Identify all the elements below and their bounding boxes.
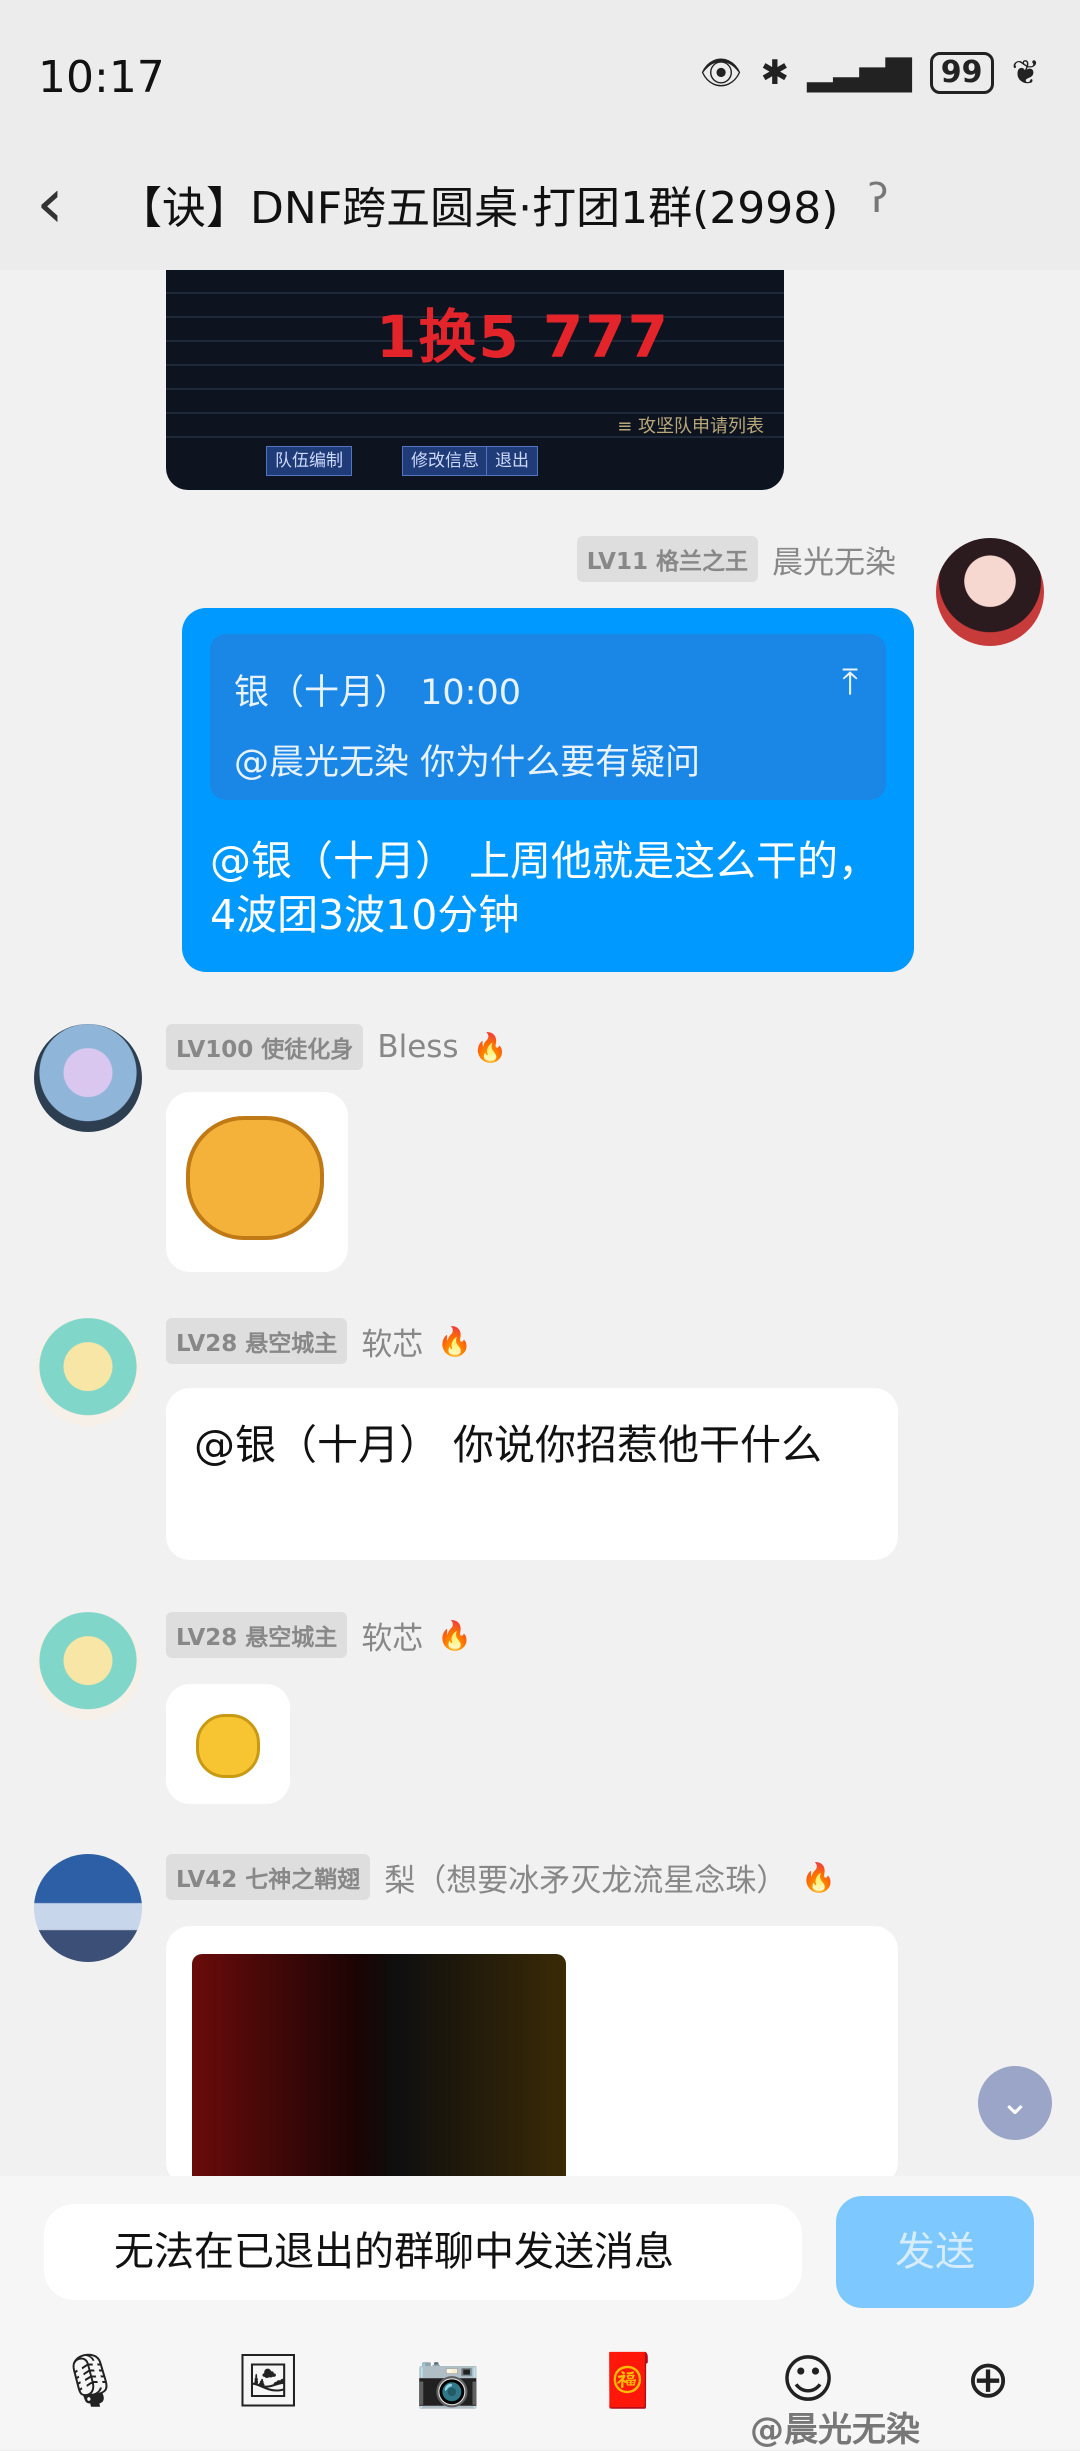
avatar[interactable]: [34, 1318, 142, 1426]
sender-name[interactable]: Bless: [377, 1029, 458, 1065]
level-badge: LV11 格兰之王: [576, 536, 758, 582]
image-btn-exit: 退出: [486, 446, 538, 476]
ear-icon[interactable]: ʔ: [868, 176, 888, 222]
emoji-icon[interactable]: ☺: [768, 2350, 848, 2410]
fire-icon: 🔥: [437, 1618, 473, 1652]
leaf-icon: ❦: [1011, 53, 1041, 93]
sender-row: LV28 悬空城主 软芯 🔥: [166, 1318, 472, 1364]
sender-name[interactable]: 梨（想要冰矛灭龙流星念珠）: [384, 1855, 787, 1900]
eye-icon: 👁: [699, 53, 743, 93]
sender-row: LV28 悬空城主 软芯 🔥: [166, 1612, 472, 1658]
image-btn-edit: 修改信息: [402, 446, 488, 476]
status-time: 10:17: [38, 52, 165, 103]
plus-icon[interactable]: ⊕: [948, 2350, 1028, 2410]
sticker-message[interactable]: [166, 1092, 348, 1272]
avatar[interactable]: [34, 1612, 142, 1720]
image-btn-team: 队伍编制: [266, 446, 352, 476]
scroll-down-button[interactable]: ⌄: [978, 2066, 1052, 2140]
avatar[interactable]: [34, 1024, 142, 1132]
chat-title[interactable]: 【诀】DNF跨五圆桌·打团1群(2998): [118, 172, 838, 236]
sender-row: LV11 格兰之王 晨光无染: [576, 536, 896, 582]
fire-icon: 🔥: [801, 1860, 837, 1894]
battery-icon: 99: [929, 52, 994, 94]
image-message[interactable]: [166, 1926, 898, 2186]
red-packet-icon[interactable]: 🧧: [588, 2350, 668, 2411]
smiley-sticker-icon: [186, 1116, 324, 1240]
level-badge: LV28 悬空城主: [166, 1318, 348, 1364]
emoji-message[interactable]: [166, 1684, 290, 1804]
message-bubble[interactable]: 银（十月） 10:00 @晨光无染 你为什么要有疑问 ⤒ @银（十月） 上周他就…: [182, 608, 914, 972]
quote-header: 银（十月） 10:00: [234, 673, 521, 713]
quote-body: @晨光无染 你为什么要有疑问: [234, 743, 701, 783]
smirk-emoji-icon: [196, 1714, 260, 1778]
sender-name[interactable]: 软芯: [361, 1613, 423, 1658]
microphone-icon[interactable]: 🎙: [50, 2350, 130, 2411]
fire-icon: 🔥: [437, 1324, 473, 1358]
level-badge: LV100 使徒化身: [166, 1024, 364, 1070]
signal-icon: ▂▃▅▇: [807, 53, 912, 93]
image-icon[interactable]: 🖼: [228, 2350, 308, 2411]
send-button[interactable]: 发送: [836, 2196, 1034, 2308]
image-note: ≡ 攻坚队申请列表: [617, 416, 764, 437]
message-bubble[interactable]: @银（十月） 你说你招惹他干什么: [166, 1388, 898, 1560]
watermark: @晨光无染: [750, 2410, 920, 2450]
jump-top-icon[interactable]: ⤒: [842, 662, 858, 704]
camera-icon[interactable]: 📷: [408, 2350, 488, 2411]
image-message[interactable]: 1换5 777 ≡ 攻坚队申请列表 队伍编制 修改信息 退出: [166, 270, 784, 490]
sender-name[interactable]: 晨光无染: [772, 537, 896, 582]
sender-row: LV100 使徒化身 Bless 🔥: [166, 1024, 507, 1070]
level-badge: LV42 七神之鞘翅: [166, 1854, 371, 1900]
message-text: @银（十月） 上周他就是这么干的，4波团3波10分钟: [210, 837, 880, 939]
bluetooth-icon: ✱: [760, 53, 790, 93]
message-input[interactable]: 无法在已退出的群聊中发送消息: [44, 2204, 802, 2300]
message-text: @银（十月） 你说你招惹他干什么: [194, 1421, 823, 1469]
avatar[interactable]: [34, 1854, 142, 1962]
fire-icon: 🔥: [472, 1030, 508, 1064]
sender-name[interactable]: 软芯: [361, 1319, 423, 1364]
game-screenshot-image: [192, 1954, 566, 2186]
back-icon[interactable]: ‹: [36, 168, 64, 238]
avatar[interactable]: [936, 538, 1044, 646]
level-badge: LV28 悬空城主: [166, 1612, 348, 1658]
quoted-message[interactable]: 银（十月） 10:00 @晨光无染 你为什么要有疑问 ⤒: [210, 634, 886, 800]
sender-row: LV42 七神之鞘翅 梨（想要冰矛灭龙流星念珠） 🔥: [166, 1854, 836, 1900]
image-big-text: 1换5 777: [376, 303, 670, 371]
status-icons: 👁 ✱ ▂▃▅▇ 99 ❦: [699, 52, 1040, 94]
